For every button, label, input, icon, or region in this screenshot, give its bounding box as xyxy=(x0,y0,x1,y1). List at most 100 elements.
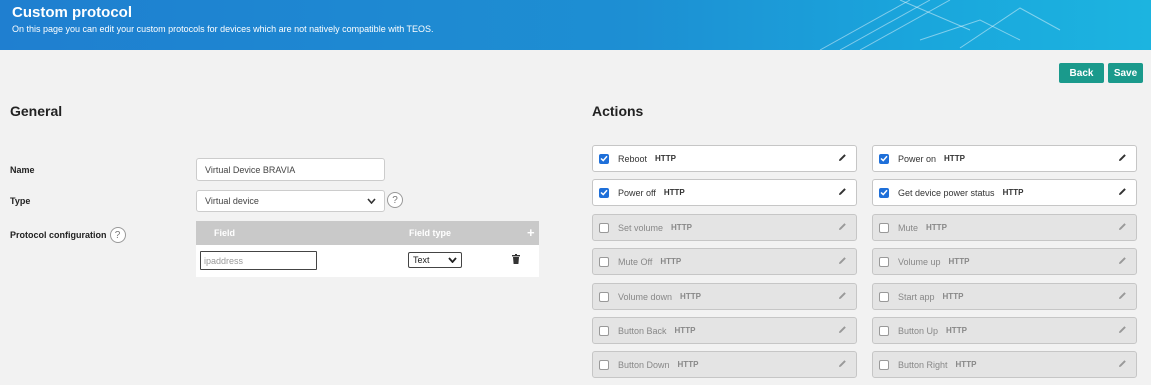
checkbox-unchecked[interactable] xyxy=(599,325,609,336)
type-label: Type xyxy=(10,196,31,206)
protocol-config-table: Field Field type + ipaddress Text xyxy=(196,221,539,277)
pencil-icon[interactable] xyxy=(1118,291,1127,303)
action-label: Mute Off xyxy=(618,256,653,267)
checkbox-checked[interactable] xyxy=(879,153,889,164)
action-type: HTTP xyxy=(944,154,965,163)
pencil-icon[interactable] xyxy=(1118,359,1127,371)
action-item[interactable]: Power on HTTP xyxy=(872,145,1137,172)
action-item[interactable]: Button Back HTTP xyxy=(592,317,857,344)
action-type: HTTP xyxy=(663,188,685,197)
action-type: HTTP xyxy=(942,292,964,301)
action-item[interactable]: Reboot HTTP xyxy=(592,145,857,172)
action-item[interactable]: Start app HTTP xyxy=(872,283,1137,310)
checkbox-checked[interactable] xyxy=(879,187,889,198)
action-type: HTTP xyxy=(660,257,682,266)
action-type: HTTP xyxy=(926,223,947,232)
action-item[interactable]: Volume down HTTP xyxy=(592,283,857,310)
checkbox-checked[interactable] xyxy=(599,187,609,198)
pencil-icon[interactable] xyxy=(838,325,847,337)
action-label: Reboot xyxy=(618,153,648,164)
pencil-icon[interactable] xyxy=(838,187,847,199)
page-header: Custom protocol On this page you can edi… xyxy=(0,0,1151,50)
action-label: Power off xyxy=(618,187,656,198)
pencil-icon[interactable] xyxy=(1118,222,1127,234)
action-type: HTTP xyxy=(671,223,692,232)
trash-icon[interactable] xyxy=(512,254,520,267)
checkbox-unchecked[interactable] xyxy=(879,359,889,370)
field-type-select[interactable]: Text xyxy=(408,252,462,268)
checkbox-unchecked[interactable] xyxy=(599,222,609,233)
chevron-down-icon xyxy=(367,198,376,204)
add-field-button[interactable]: + xyxy=(527,225,535,240)
field-name-input[interactable]: ipaddress xyxy=(200,251,317,270)
protocol-configuration-label: Protocol configuration ? xyxy=(10,227,126,243)
checkbox-unchecked[interactable] xyxy=(599,359,609,370)
back-button[interactable]: Back xyxy=(1059,63,1104,83)
action-label: Power on xyxy=(898,153,937,164)
action-type: HTTP xyxy=(955,360,977,369)
column-header-field: Field xyxy=(214,228,236,238)
checkbox-unchecked[interactable] xyxy=(599,291,609,302)
name-input[interactable]: Virtual Device BRAVIA xyxy=(196,158,385,181)
pencil-icon[interactable] xyxy=(838,256,847,268)
action-item[interactable]: Button Down HTTP xyxy=(592,351,857,378)
checkbox-unchecked[interactable] xyxy=(599,256,609,267)
action-type: HTTP xyxy=(674,326,696,335)
column-header-field-type: Field type xyxy=(409,228,452,238)
action-label: Get device power status xyxy=(898,187,995,198)
action-item[interactable]: Mute Off HTTP xyxy=(592,248,857,275)
pencil-icon[interactable] xyxy=(1118,153,1127,165)
pencil-icon[interactable] xyxy=(838,359,847,371)
action-type: HTTP xyxy=(655,154,676,163)
action-type: HTTP xyxy=(946,326,967,335)
action-type: HTTP xyxy=(680,292,701,301)
checkbox-unchecked[interactable] xyxy=(879,291,889,302)
banner-decoration xyxy=(819,0,1061,50)
action-item[interactable]: Mute HTTP xyxy=(872,214,1137,241)
pencil-icon[interactable] xyxy=(1118,325,1127,337)
checkbox-unchecked[interactable] xyxy=(879,325,889,336)
action-item[interactable]: Set volume HTTP xyxy=(592,214,857,241)
table-header: Field Field type + xyxy=(196,221,539,245)
action-label: Button Back xyxy=(618,325,667,336)
action-item[interactable]: Button Right HTTP xyxy=(872,351,1137,378)
action-label: Volume down xyxy=(618,291,673,302)
type-select[interactable]: Virtual device xyxy=(196,190,385,212)
help-icon[interactable]: ? xyxy=(109,227,126,243)
action-label: Button Up xyxy=(898,325,939,336)
action-label: Start app xyxy=(898,291,935,302)
field-type-value: Text xyxy=(413,255,430,265)
action-label: Mute xyxy=(898,222,919,233)
pencil-icon[interactable] xyxy=(838,222,847,234)
type-value: Virtual device xyxy=(205,196,259,206)
pencil-icon[interactable] xyxy=(1118,187,1127,199)
action-label: Button Right xyxy=(898,359,948,370)
name-value: Virtual Device BRAVIA xyxy=(205,164,296,175)
field-name-placeholder: ipaddress xyxy=(204,255,244,266)
save-button[interactable]: Save xyxy=(1108,63,1143,83)
action-type: HTTP xyxy=(677,360,699,369)
action-item[interactable]: Button Up HTTP xyxy=(872,317,1137,344)
checkbox-unchecked[interactable] xyxy=(879,222,889,233)
actions-heading: Actions xyxy=(592,103,644,119)
checkbox-checked[interactable] xyxy=(599,153,609,164)
name-label: Name xyxy=(10,165,35,175)
action-item[interactable]: Power off HTTP xyxy=(592,179,857,206)
action-type: HTTP xyxy=(1002,188,1024,197)
page-title: Custom protocol xyxy=(12,4,132,21)
help-icon[interactable]: ? xyxy=(387,192,403,208)
action-label: Button Down xyxy=(618,359,670,370)
action-label: Set volume xyxy=(618,222,664,233)
action-item[interactable]: Get device power status HTTP xyxy=(872,179,1137,206)
checkbox-unchecked[interactable] xyxy=(879,256,889,267)
page-subtitle: On this page you can edit your custom pr… xyxy=(12,24,434,34)
action-label: Volume up xyxy=(898,256,941,267)
action-item[interactable]: Volume up HTTP xyxy=(872,248,1137,275)
pencil-icon[interactable] xyxy=(838,291,847,303)
pencil-icon[interactable] xyxy=(838,153,847,165)
protocol-configuration-text: Protocol configuration xyxy=(10,230,107,240)
chevron-down-icon xyxy=(448,257,457,263)
general-heading: General xyxy=(10,103,63,119)
pencil-icon[interactable] xyxy=(1118,256,1127,268)
action-type: HTTP xyxy=(948,257,970,266)
